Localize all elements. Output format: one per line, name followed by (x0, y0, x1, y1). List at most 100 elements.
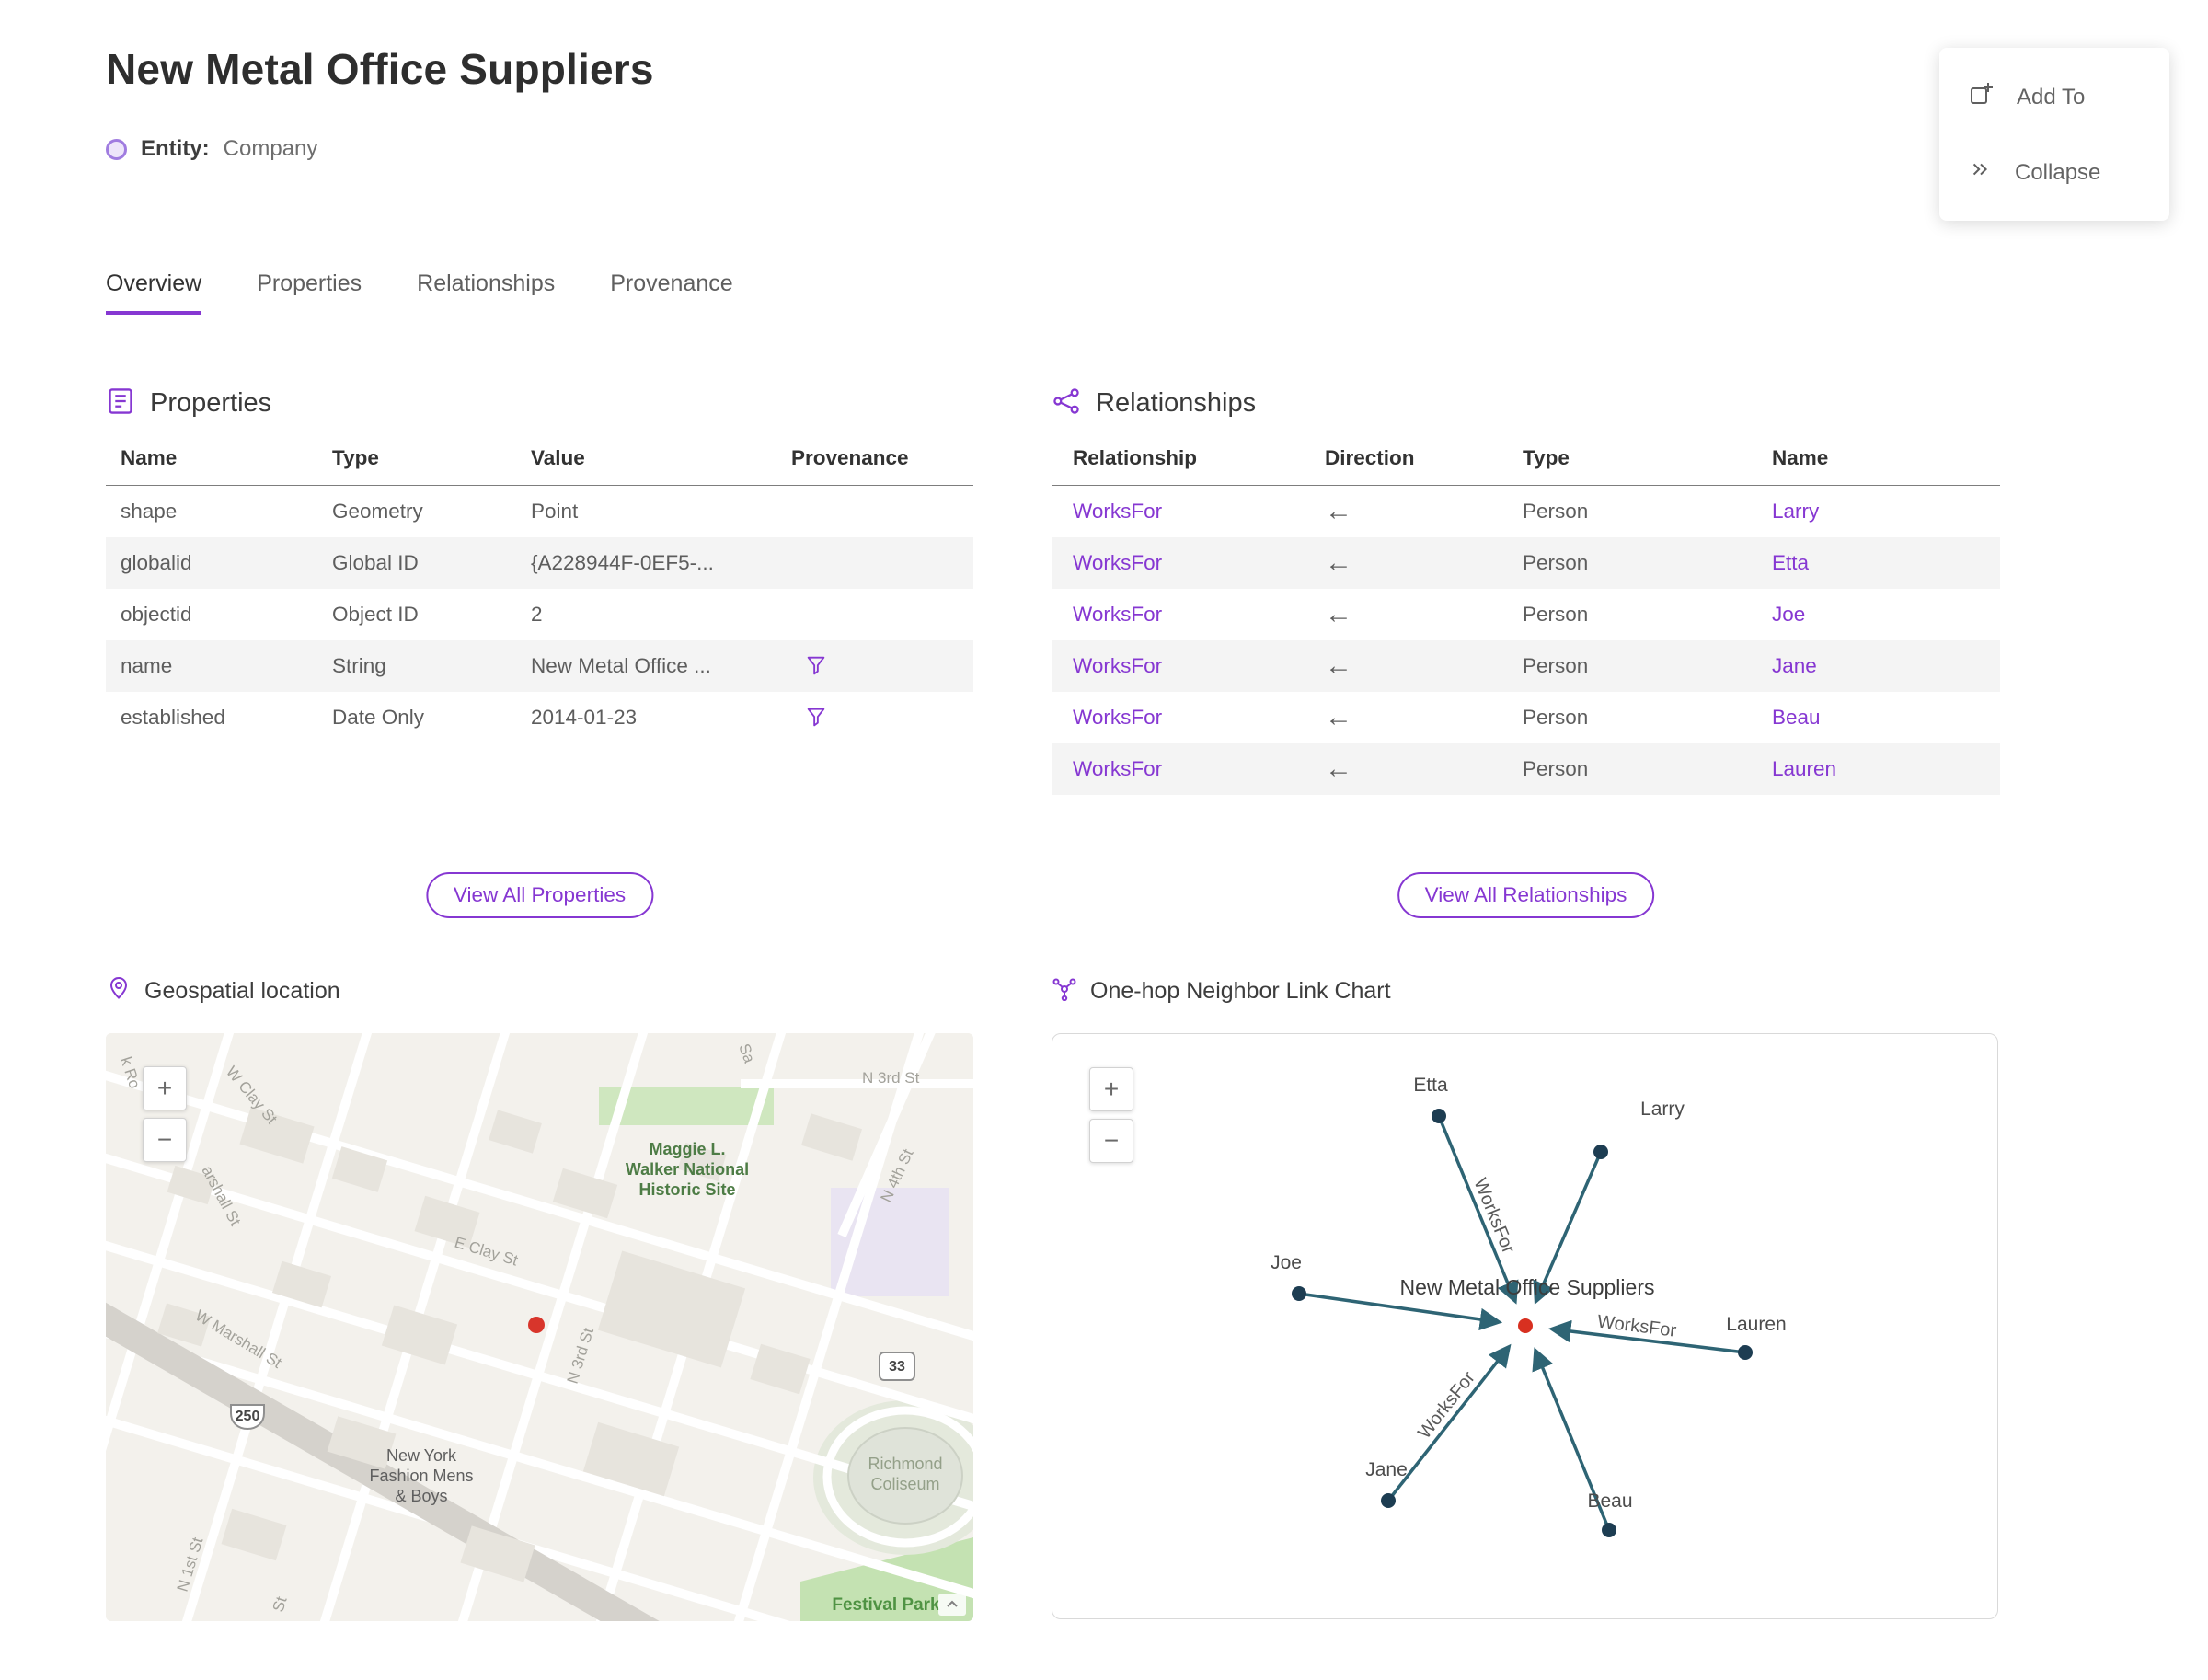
route-shield-250: 250 (230, 1404, 265, 1431)
link-chart-icon (1052, 975, 1077, 1007)
tab-relationships[interactable]: Relationships (417, 270, 555, 315)
property-row: objectid Object ID 2 (106, 589, 973, 640)
column-header-relationship: Relationship (1052, 446, 1304, 486)
poi-coliseum-line1: Richmond (868, 1455, 942, 1473)
node-label: Etta (1413, 1075, 1448, 1096)
tab-overview[interactable]: Overview (106, 270, 202, 315)
link-chart-node[interactable] (1292, 1286, 1306, 1301)
property-value: New Metal Office ... (516, 639, 776, 692)
column-header-direction: Direction (1304, 446, 1501, 486)
link-chart-node[interactable] (1593, 1145, 1608, 1159)
map-attribution-toggle[interactable] (938, 1594, 966, 1616)
property-type: Date Only (332, 705, 425, 729)
relationship-type-link[interactable]: WorksFor (1073, 500, 1162, 523)
tab-bar: Overview Properties Relationships Proven… (106, 270, 733, 315)
property-row: globalid Global ID {A228944F-0EF5-... (106, 536, 973, 589)
property-provenance-cell (776, 486, 973, 537)
property-provenance-cell (776, 639, 973, 692)
map-pin-icon (106, 975, 132, 1007)
link-chart-zoom-out-button[interactable]: − (1089, 1119, 1133, 1163)
entity-type-icon (106, 138, 127, 160)
property-name: name (106, 639, 317, 692)
poi-maggie-walker-line3: Historic Site (638, 1180, 735, 1199)
poi-maggie-walker-line1: Maggie L. (649, 1140, 725, 1158)
relationships-section: Relationships Relationship Direction Typ… (1052, 386, 2000, 975)
property-type: String (317, 639, 516, 692)
relationship-type-link[interactable]: WorksFor (1073, 706, 1162, 729)
relationship-row: WorksFor ← Person Jane (1052, 639, 2000, 692)
poi-ny-fashion-line2: Fashion Mens (369, 1467, 473, 1485)
related-entity-link[interactable]: Lauren (1772, 757, 1836, 780)
related-entity-type: Person (1523, 705, 1589, 729)
related-entity-link[interactable]: Joe (1772, 603, 1805, 626)
related-entity-link[interactable]: Etta (1772, 551, 1809, 574)
double-chevron-right-icon (1969, 157, 1993, 188)
add-to-label: Add To (2017, 84, 2086, 109)
link-chart[interactable]: WorksFor WorksFor WorksFor Etta Larry Joe Lau… (1052, 1033, 1998, 1619)
link-chart-node[interactable] (1602, 1523, 1616, 1537)
related-entity-link[interactable]: Larry (1772, 500, 1819, 523)
tab-properties[interactable]: Properties (257, 270, 362, 315)
svg-text:33: 33 (889, 1359, 905, 1375)
relationship-type-link[interactable]: WorksFor (1073, 603, 1162, 626)
map-location-marker (528, 1317, 545, 1333)
related-entity-type: Person (1501, 536, 1751, 589)
properties-section-title: Properties (150, 388, 272, 418)
link-chart-canvas[interactable]: WorksForWorksForWorksFor EttaLarryJoeLau… (1052, 1034, 1997, 1618)
property-value: Point (531, 499, 579, 523)
map-zoom-in-button[interactable]: + (143, 1066, 187, 1110)
poi-ny-fashion-line1: New York (386, 1446, 457, 1465)
view-all-relationships-button[interactable]: View All Relationships (1397, 872, 1655, 918)
collapse-label: Collapse (2015, 159, 2101, 185)
direction-arrow: ← (1325, 495, 1352, 526)
link-chart-node-labels: Etta Larry Joe Lauren Jane Beau New Metal Offi… (1271, 1075, 1787, 1512)
entity-details-page: Add To Collapse New Metal Office Supplie… (0, 0, 2208, 1680)
relationship-type-link[interactable]: WorksFor (1073, 551, 1162, 574)
geospatial-section-title: Geospatial location (144, 978, 340, 1004)
properties-table: Name Type Value Provenance shape Geometr… (106, 446, 973, 743)
map[interactable]: k Ro W Clay St Sa N 3rd St N 4th St arsh… (106, 1033, 973, 1621)
geospatial-section: Geospatial location k Ro W Clay St Sa N … (106, 975, 973, 1621)
actions-panel: Add To Collapse (1939, 48, 2169, 221)
overview-bottom-sections: Geospatial location k Ro W Clay St Sa N … (106, 975, 1998, 1621)
poi-coliseum-line2: Coliseum (870, 1475, 939, 1493)
collapse-button[interactable]: Collapse (1939, 135, 2169, 210)
relationship-type-link[interactable]: WorksFor (1073, 654, 1162, 677)
provenance-funnel-icon[interactable] (804, 654, 828, 678)
direction-arrow: ← (1325, 701, 1352, 732)
relationship-row: WorksFor ← Person Larry (1052, 486, 2000, 537)
provenance-funnel-icon[interactable] (804, 706, 828, 730)
property-type: Global ID (317, 536, 516, 589)
svg-text:250: 250 (236, 1409, 260, 1424)
link-chart-center-node[interactable] (1518, 1318, 1533, 1333)
related-entity-type: Person (1523, 499, 1589, 523)
add-to-icon (1969, 81, 1995, 113)
link-chart-node[interactable] (1738, 1345, 1753, 1360)
map-zoom-out-button[interactable]: − (143, 1118, 187, 1162)
map-canvas[interactable]: k Ro W Clay St Sa N 3rd St N 4th St arsh… (106, 1033, 973, 1621)
link-chart-zoom-in-button[interactable]: + (1089, 1067, 1133, 1111)
poi-festival-park: Festival Park (832, 1595, 940, 1615)
related-entity-link[interactable]: Beau (1772, 706, 1821, 729)
overview-top-sections: Properties Name Type Value Provenance sh… (106, 386, 2000, 975)
relationship-row: WorksFor ← Person Beau (1052, 692, 2000, 743)
poi-ny-fashion-line3: & Boys (395, 1487, 447, 1505)
column-header-name: Name (1751, 446, 2000, 486)
related-entity-link[interactable]: Jane (1772, 654, 1817, 677)
relationship-type-link[interactable]: WorksFor (1073, 757, 1162, 780)
property-name: globalid (106, 536, 317, 589)
link-chart-node[interactable] (1432, 1109, 1446, 1123)
direction-arrow: ← (1325, 598, 1352, 629)
property-value: 2 (531, 602, 543, 626)
link-chart-node[interactable] (1381, 1493, 1396, 1508)
add-to-button[interactable]: Add To (1939, 59, 2169, 135)
center-node-label: New Metal Office Suppliers (1400, 1275, 1655, 1299)
property-row: shape Geometry Point (106, 486, 973, 537)
link-chart-edge (1437, 1115, 1519, 1305)
properties-header-row: Name Type Value Provenance (106, 446, 973, 486)
view-all-properties-button[interactable]: View All Properties (425, 872, 654, 918)
column-header-name: Name (106, 446, 317, 486)
edge-label: WorksFor (1469, 1176, 1518, 1257)
tab-provenance[interactable]: Provenance (610, 270, 732, 315)
relationship-row: WorksFor ← Person Joe (1052, 589, 2000, 640)
